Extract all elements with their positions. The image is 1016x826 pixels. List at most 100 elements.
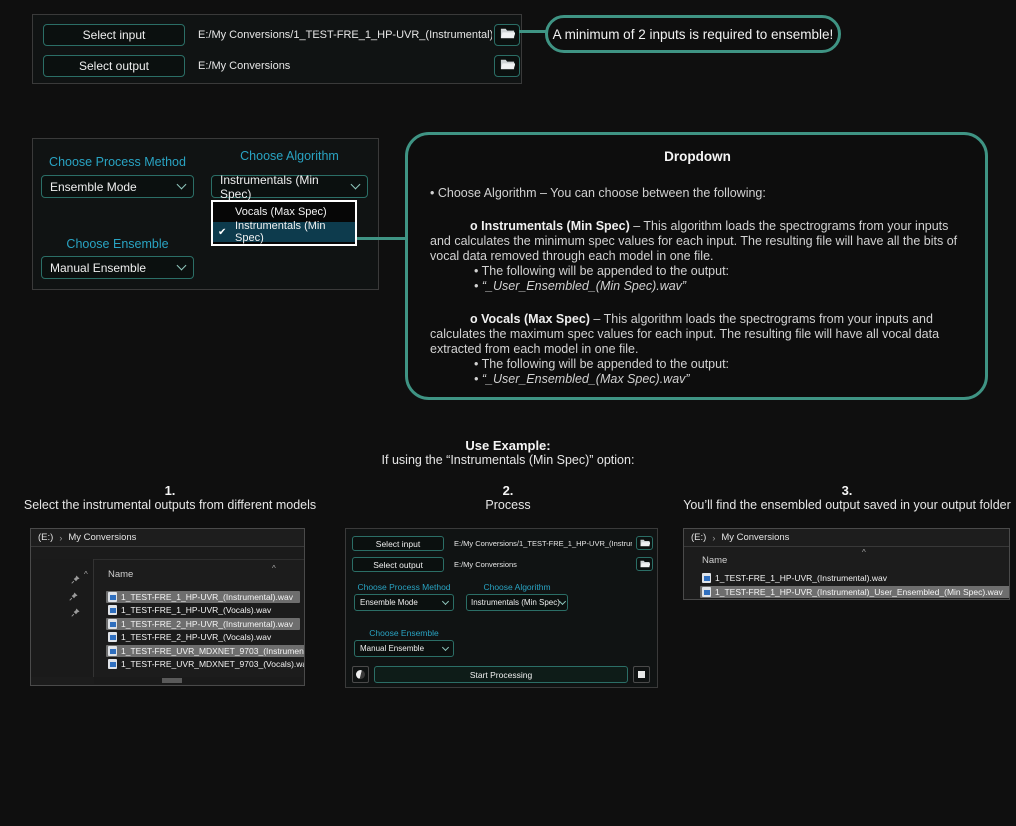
info-box-bullet: • The following will be appended to the … [430, 357, 965, 372]
sort-ascending-icon[interactable]: ^ [272, 564, 276, 573]
dropdown-info-box: Dropdown • Choose Algorithm – You can ch… [405, 132, 988, 400]
browse-input-button[interactable] [636, 536, 653, 550]
process-method-value: Ensemble Mode [50, 180, 137, 194]
file-row[interactable]: 1_TEST-FRE_2_HP-UVR_(Instrumental).wav [106, 617, 304, 631]
info-box-appended-name: • “_User_Ensembled_(Min Spec).wav” [430, 279, 965, 294]
horizontal-scrollbar[interactable] [94, 677, 303, 684]
min-inputs-callout-text: A minimum of 2 inputs is required to ens… [553, 27, 834, 42]
process-method-dropdown[interactable]: Ensemble Mode [41, 175, 194, 198]
stop-button[interactable] [633, 666, 650, 683]
file-row[interactable]: 1_TEST-FRE_1_HP-UVR_(Instrumental).wav [700, 571, 1007, 585]
step-number: 1. [5, 483, 335, 498]
info-box-title: Dropdown [430, 149, 965, 164]
chevron-down-icon [442, 644, 449, 651]
file-row[interactable]: 1_TEST-FRE_1_HP-UVR_(Instrumental)_User_… [700, 586, 1007, 600]
sort-ascending-icon[interactable]: ^ [862, 548, 866, 557]
input-path-value: E:/My Conversions/1_TEST-FRE_1_HP-UVR_(I… [198, 24, 492, 46]
breadcrumb[interactable]: (E:) › My Conversions [684, 529, 1009, 547]
step3-heading: 3. You’ll find the ensembled output save… [678, 483, 1016, 512]
algorithm-dropdown[interactable]: Instrumentals (Min Spec) [211, 175, 368, 198]
scrollbar-thumb[interactable] [162, 678, 182, 683]
clock-circle-icon [356, 670, 365, 679]
command-center-button[interactable] [352, 666, 369, 683]
file-row[interactable]: 1_TEST-FRE_1_HP-UVR_(Vocals).wav [106, 604, 304, 618]
algorithm-dropdown-open-list: Vocals (Max Spec) ✔ Instrumentals (Min S… [211, 200, 357, 246]
ensemble-dropdown[interactable]: Manual Ensemble [41, 256, 194, 279]
dropdown-option-vocals-max-spec[interactable]: Vocals (Max Spec) [213, 202, 355, 222]
dropdown-option-label: Vocals (Max Spec) [235, 206, 327, 218]
breadcrumb[interactable]: (E:) › My Conversions [31, 529, 304, 547]
ensemble-value: Manual Ensemble [360, 644, 424, 653]
folder-icon [640, 555, 650, 573]
file-row[interactable]: 1_TEST-FRE_2_HP-UVR_(Vocals).wav [106, 631, 304, 645]
file-list: 1_TEST-FRE_1_HP-UVR_(Instrumental).wav 1… [106, 590, 304, 671]
file-row[interactable]: 1_TEST-FRE_UVR_MDXNET_9703_(Instrumental… [106, 644, 304, 658]
dropdown-option-label: Instrumentals (Min Spec) [235, 220, 355, 244]
name-column-header[interactable]: Name [702, 555, 727, 566]
folder-icon [500, 26, 515, 44]
pin-icon [71, 604, 80, 622]
browse-output-button[interactable] [636, 557, 653, 571]
explorer-step1-window: (E:) › My Conversions ^ Name ^ 1_TEST-FR… [30, 528, 305, 686]
use-example-heading: Use Example: If using the “Instrumentals… [0, 438, 1016, 467]
audio-file-icon [108, 646, 117, 656]
min-inputs-callout: A minimum of 2 inputs is required to ens… [545, 15, 841, 53]
folder-icon [640, 534, 650, 552]
name-column-header[interactable]: Name [108, 569, 133, 580]
step-number: 3. [678, 483, 1016, 498]
chevron-down-icon [559, 598, 566, 605]
process-method-dropdown[interactable]: Ensemble Mode [354, 594, 454, 611]
breadcrumb-drive[interactable]: (E:) [691, 532, 706, 543]
algorithm-dropdown[interactable]: Instrumentals (Min Spec) [466, 594, 568, 611]
chevron-down-icon [177, 180, 187, 190]
section-lead: o Vocals (Max Spec) [470, 312, 590, 326]
audio-file-icon [702, 587, 711, 597]
chevron-down-icon [177, 261, 187, 271]
process-method-label: Choose Process Method [41, 155, 194, 169]
process-method-value: Ensemble Mode [360, 598, 418, 607]
breadcrumb-folder[interactable]: My Conversions [68, 532, 136, 543]
file-list-pane: Name ^ 1_TEST-FRE_1_HP-UVR_(Instrumental… [94, 559, 304, 677]
breadcrumb-drive[interactable]: (E:) [38, 532, 53, 543]
ensemble-label: Choose Ensemble [41, 237, 194, 251]
audio-file-icon [702, 573, 711, 583]
audio-file-icon [108, 605, 117, 615]
step-number: 2. [343, 483, 673, 498]
file-name: 1_TEST-FRE_2_HP-UVR_(Instrumental).wav [121, 619, 293, 629]
step-caption: You’ll find the ensembled output saved i… [678, 498, 1016, 512]
step-caption: Select the instrumental outputs from dif… [5, 498, 335, 512]
file-list: 1_TEST-FRE_1_HP-UVR_(Instrumental).wav 1… [700, 571, 1007, 599]
ensemble-value: Manual Ensemble [50, 261, 146, 275]
select-input-label: Select input [83, 28, 146, 42]
sort-ascending-icon[interactable]: ^ [84, 570, 88, 579]
input-path-value: E:/My Conversions/1_TEST-FRE_1_HP-UVR_(I… [454, 536, 632, 551]
folder-icon [500, 57, 515, 75]
step1-heading: 1. Select the instrumental outputs from … [5, 483, 335, 512]
browse-input-button[interactable] [494, 24, 520, 46]
select-output-button[interactable]: Select output [43, 55, 185, 77]
select-input-button[interactable]: Select input [352, 536, 444, 551]
file-row[interactable]: 1_TEST-FRE_1_HP-UVR_(Instrumental).wav [106, 590, 304, 604]
ensemble-dropdown[interactable]: Manual Ensemble [354, 640, 454, 657]
browse-output-button[interactable] [494, 55, 520, 77]
output-path-value: E:/My Conversions [198, 55, 492, 77]
stop-square-icon [638, 671, 645, 678]
select-input-button[interactable]: Select input [43, 24, 185, 46]
select-output-button[interactable]: Select output [352, 557, 444, 572]
select-output-label: Select output [373, 560, 423, 570]
navigation-pane: ^ [31, 559, 94, 677]
audio-file-icon [108, 592, 117, 602]
algorithm-label: Choose Algorithm [211, 149, 368, 163]
callout-connector-line [519, 30, 546, 33]
select-input-label: Select input [376, 539, 420, 549]
section-lead: o Instrumentals (Min Spec) [470, 219, 630, 233]
audio-file-icon [108, 659, 117, 669]
chevron-down-icon [442, 598, 449, 605]
breadcrumb-folder[interactable]: My Conversions [721, 532, 789, 543]
dropdown-option-instrumentals-min-spec[interactable]: ✔ Instrumentals (Min Spec) [213, 222, 355, 242]
algorithm-value: Instrumentals (Min Spec) [471, 598, 560, 607]
file-row[interactable]: 1_TEST-FRE_UVR_MDXNET_9703_(Vocals).wav [106, 658, 304, 672]
file-name: 1_TEST-FRE_UVR_MDXNET_9703_(Instrumental… [121, 646, 305, 656]
file-name: 1_TEST-FRE_1_HP-UVR_(Instrumental).wav [715, 573, 887, 583]
start-processing-button[interactable]: Start Processing [374, 666, 628, 683]
